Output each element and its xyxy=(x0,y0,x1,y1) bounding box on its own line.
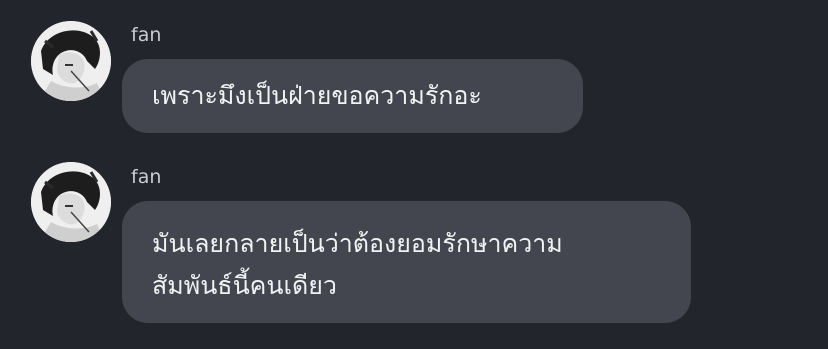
message-bubble[interactable]: มันเลยกลายเป็นว่าต้องยอมรักษาความ สัมพัน… xyxy=(122,201,691,323)
avatar-illustration-icon xyxy=(31,21,111,101)
sender-name: fan xyxy=(131,166,162,188)
message-bubble[interactable]: เพราะมึงเป็นฝ่ายขอความรักอะ xyxy=(122,59,583,133)
avatar[interactable] xyxy=(31,162,111,242)
sender-name: fan xyxy=(131,24,162,46)
avatar-illustration-icon xyxy=(31,162,111,242)
avatar[interactable] xyxy=(31,21,111,101)
